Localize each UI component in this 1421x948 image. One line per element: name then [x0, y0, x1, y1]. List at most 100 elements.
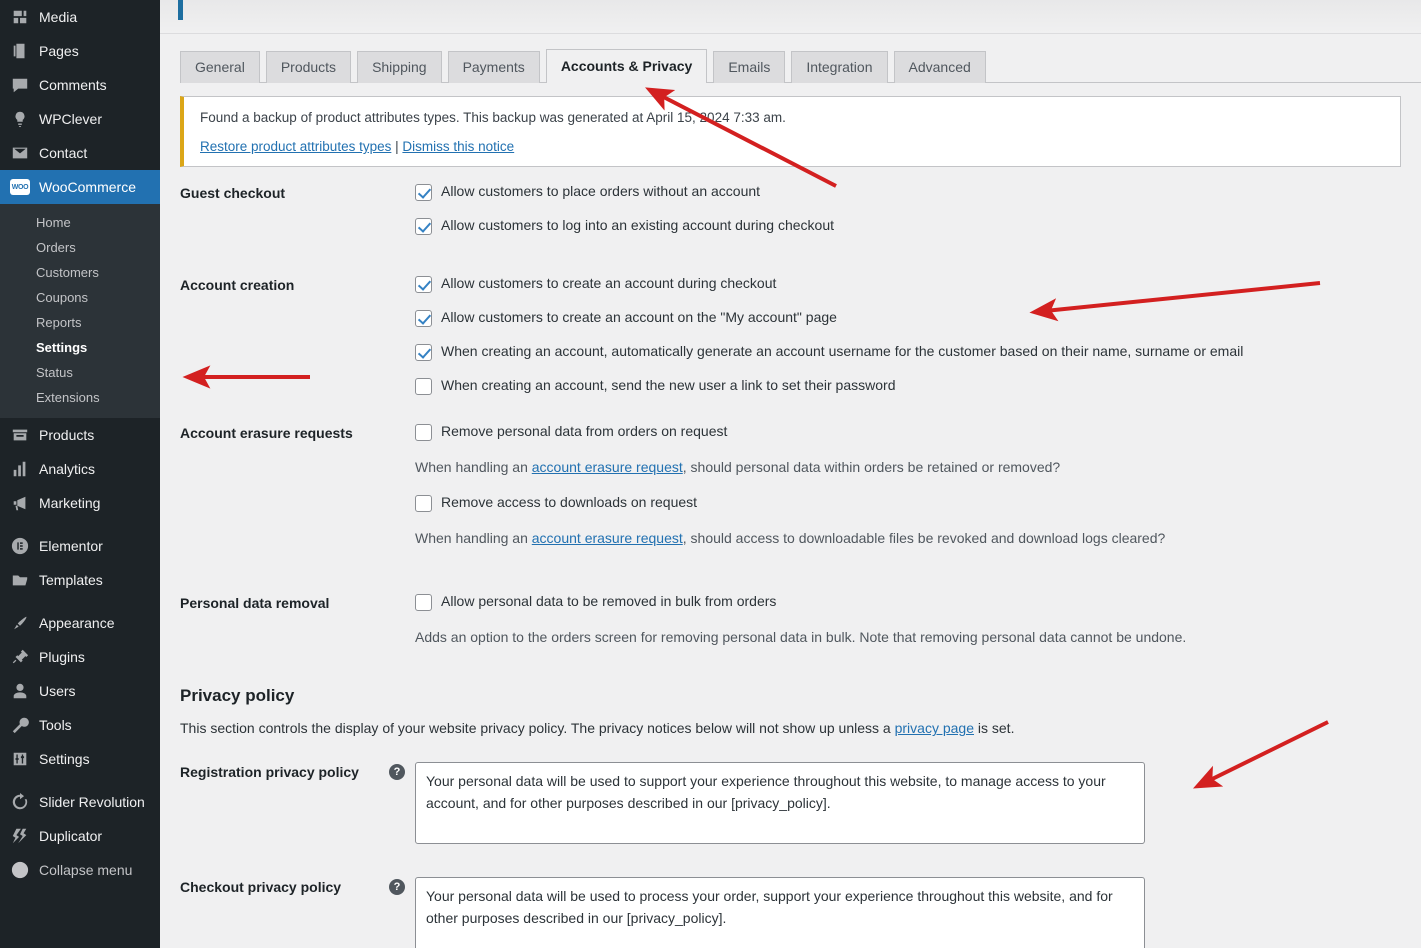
checkbox-label[interactable]: Allow customers to create an account dur… — [441, 275, 776, 292]
restore-product-attributes-link[interactable]: Restore product attributes types — [200, 139, 391, 154]
desc-text-before: When handling an — [415, 530, 532, 546]
remove-personal-data-orders-checkbox[interactable] — [415, 424, 432, 441]
sidebar-item-collapse-menu[interactable]: Collapse menu — [0, 853, 160, 887]
sidebar-item-plugins[interactable]: Plugins — [0, 640, 160, 674]
sidebar-item-settings[interactable]: Settings — [0, 742, 160, 776]
sidebar-item-label: Templates — [39, 572, 103, 588]
checkbox-row[interactable]: Remove access to downloads on request — [415, 494, 1401, 512]
notice-links: Restore product attributes types | Dismi… — [200, 139, 1388, 154]
sidebar-item-tools[interactable]: Tools — [0, 708, 160, 742]
sidebar-item-comments[interactable]: Comments — [0, 68, 160, 102]
woocommerce-submenu: Home Orders Customers Coupons Reports Se… — [0, 204, 160, 418]
submenu-item-reports[interactable]: Reports — [0, 310, 160, 335]
sidebar-item-slider-revolution[interactable]: Slider Revolution — [0, 785, 160, 819]
erasure-description-1: When handling an account erasure request… — [415, 457, 1401, 478]
checkbox-row[interactable]: Allow customers to create an account on … — [415, 309, 1401, 327]
user-icon — [10, 681, 30, 701]
checkbox-label[interactable]: Allow customers to create an account on … — [441, 309, 837, 326]
row-spacer — [180, 849, 1401, 867]
sidebar-item-marketing[interactable]: Marketing — [0, 486, 160, 520]
guest-checkout-login-existing-checkbox[interactable] — [415, 218, 432, 235]
submenu-item-home[interactable]: Home — [0, 210, 160, 235]
guest-checkout-place-orders-checkbox[interactable] — [415, 184, 432, 201]
remove-downloads-access-checkbox[interactable] — [415, 495, 432, 512]
sidebar-item-label: Slider Revolution — [39, 794, 145, 810]
help-icon[interactable]: ? — [389, 764, 405, 780]
tab-integration[interactable]: Integration — [791, 51, 887, 83]
privacy-page-link[interactable]: privacy page — [895, 720, 974, 736]
submenu-item-extensions[interactable]: Extensions — [0, 385, 160, 410]
sidebar-item-templates[interactable]: Templates — [0, 563, 160, 597]
settings-tabs: General Products Shipping Payments Accou… — [180, 49, 1421, 83]
checkbox-label[interactable]: Remove access to downloads on request — [441, 494, 697, 511]
account-send-password-link-checkbox[interactable] — [415, 378, 432, 395]
sidebar-separator — [0, 597, 160, 606]
sidebar-item-media[interactable]: Media — [0, 0, 160, 34]
checkbox-label[interactable]: Allow personal data to be removed in bul… — [441, 593, 776, 610]
tab-emails[interactable]: Emails — [713, 51, 785, 83]
sidebar-item-analytics[interactable]: Analytics — [0, 452, 160, 486]
sidebar-item-wpclever[interactable]: WPClever — [0, 102, 160, 136]
submenu-item-orders[interactable]: Orders — [0, 235, 160, 260]
account-create-during-checkout-checkbox[interactable] — [415, 276, 432, 293]
sidebar-item-label: WooCommerce — [39, 179, 136, 195]
account-erasure-request-link[interactable]: account erasure request — [532, 530, 683, 546]
checkbox-row[interactable]: Allow customers to create an account dur… — [415, 275, 1401, 293]
account-erasure-request-link[interactable]: account erasure request — [532, 459, 683, 475]
settings-form: Guest checkout Allow customers to place … — [180, 167, 1401, 948]
tab-payments[interactable]: Payments — [448, 51, 540, 83]
top-strip — [160, 0, 1421, 34]
tab-accounts-and-privacy[interactable]: Accounts & Privacy — [546, 49, 708, 83]
account-auto-generate-username-checkbox[interactable] — [415, 344, 432, 361]
checkbox-label[interactable]: When creating an account, send the new u… — [441, 377, 895, 394]
sidebar-item-contact[interactable]: Contact — [0, 136, 160, 170]
woocommerce-badge-label: WOO — [10, 179, 30, 195]
sidebar-separator — [0, 520, 160, 529]
sidebar-item-label: Collapse menu — [39, 862, 132, 878]
checkbox-row[interactable]: When creating an account, automatically … — [415, 343, 1401, 361]
checkbox-label[interactable]: Allow customers to log into an existing … — [441, 217, 834, 234]
sidebar-item-duplicator[interactable]: Duplicator — [0, 819, 160, 853]
tab-advanced[interactable]: Advanced — [894, 51, 986, 83]
checkbox-row[interactable]: Allow customers to place orders without … — [415, 183, 1401, 201]
tab-general[interactable]: General — [180, 51, 260, 83]
sidebar-item-label: Settings — [39, 751, 90, 767]
row-spacer — [180, 235, 1401, 265]
sidebar-item-woocommerce[interactable]: WOO WooCommerce — [0, 170, 160, 204]
checkbox-row[interactable]: Allow personal data to be removed in bul… — [415, 593, 1401, 611]
dismiss-notice-link[interactable]: Dismiss this notice — [402, 139, 514, 154]
desc-text-after: , should access to downloadable files be… — [683, 530, 1166, 546]
envelope-icon — [10, 143, 30, 163]
submenu-item-coupons[interactable]: Coupons — [0, 285, 160, 310]
sidebar-separator — [0, 776, 160, 785]
checkbox-label[interactable]: When creating an account, automatically … — [441, 343, 1243, 360]
sidebar-item-products[interactable]: Products — [0, 418, 160, 452]
submenu-item-settings[interactable]: Settings — [0, 335, 160, 360]
checkbox-label[interactable]: Remove personal data from orders on requ… — [441, 423, 727, 440]
tab-products[interactable]: Products — [266, 51, 351, 83]
sidebar-item-users[interactable]: Users — [0, 674, 160, 708]
backup-notice: Found a backup of product attributes typ… — [180, 96, 1401, 167]
checkbox-row[interactable]: Allow customers to log into an existing … — [415, 217, 1401, 235]
erasure-description-2: When handling an account erasure request… — [415, 528, 1401, 549]
registration-privacy-policy-textarea[interactable] — [415, 762, 1145, 844]
account-create-my-account-page-checkbox[interactable] — [415, 310, 432, 327]
submenu-item-status[interactable]: Status — [0, 360, 160, 385]
checkout-privacy-policy-field — [415, 867, 1401, 948]
sidebar-item-appearance[interactable]: Appearance — [0, 606, 160, 640]
bulk-remove-personal-data-checkbox[interactable] — [415, 594, 432, 611]
sidebar-item-pages[interactable]: Pages — [0, 34, 160, 68]
checkout-privacy-policy-textarea[interactable] — [415, 877, 1145, 948]
sidebar-item-label: Comments — [39, 77, 107, 93]
checkbox-row[interactable]: Remove personal data from orders on requ… — [415, 423, 1401, 441]
tab-shipping[interactable]: Shipping — [357, 51, 442, 83]
guest-checkout-field: Allow customers to place orders without … — [415, 173, 1401, 235]
wrench-icon — [10, 715, 30, 735]
refresh-icon — [10, 792, 30, 812]
personal-data-removal-field: Allow personal data to be removed in bul… — [415, 583, 1401, 664]
checkbox-row[interactable]: When creating an account, send the new u… — [415, 377, 1401, 395]
submenu-item-customers[interactable]: Customers — [0, 260, 160, 285]
checkbox-label[interactable]: Allow customers to place orders without … — [441, 183, 760, 200]
sidebar-item-elementor[interactable]: Elementor — [0, 529, 160, 563]
help-icon[interactable]: ? — [389, 879, 405, 895]
